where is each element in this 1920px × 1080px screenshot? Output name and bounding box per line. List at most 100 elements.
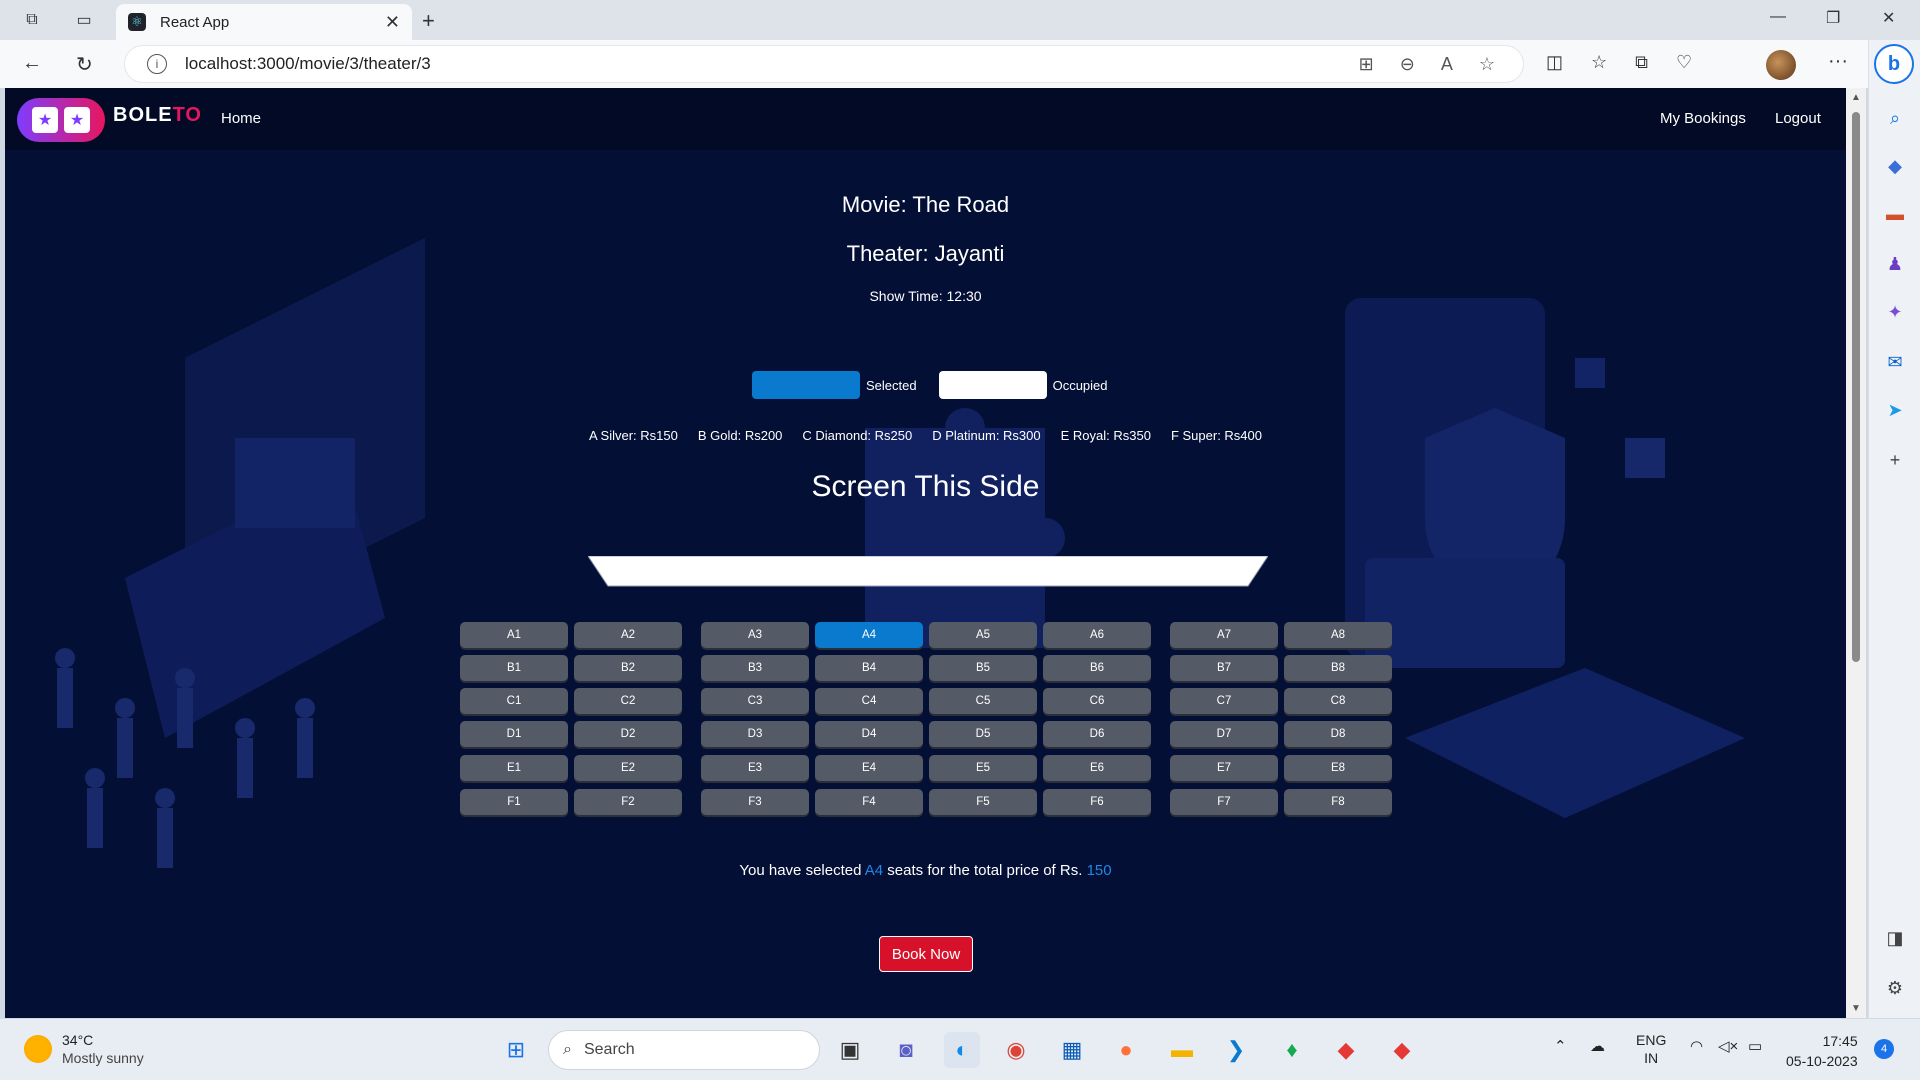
tab-actions-icon[interactable]: ▭ [72,8,96,32]
nav-logout-link[interactable]: Logout [1775,110,1821,127]
nav-home-link[interactable]: Home [221,110,261,127]
site-info-icon[interactable]: i [147,54,167,74]
seat-b8[interactable]: B8 [1284,655,1392,681]
seat-b2[interactable]: B2 [574,655,682,681]
seat-e4[interactable]: E4 [815,755,923,781]
wifi-icon[interactable]: ◠ [1690,1037,1703,1055]
scroll-up-icon[interactable]: ▲ [1851,92,1861,103]
seat-b1[interactable]: B1 [460,655,568,681]
collections-icon[interactable]: ⧉ [1635,52,1648,73]
favorites-icon[interactable]: ☆ [1591,52,1607,73]
taskbar-search[interactable]: ⌕ Search [548,1030,820,1070]
seat-d1[interactable]: D1 [460,721,568,747]
onedrive-icon[interactable]: ☁ [1590,1037,1605,1055]
seat-f5[interactable]: F5 [929,789,1037,815]
seat-a6[interactable]: A6 [1043,622,1151,648]
split-screen-icon[interactable]: ◫ [1546,52,1563,73]
mongodb-icon[interactable]: ♦ [1274,1032,1310,1068]
copilot-apps-icon[interactable]: ✦ [1881,298,1909,326]
seat-d6[interactable]: D6 [1043,721,1151,747]
language-indicator[interactable]: ENG IN [1636,1031,1666,1067]
hide-sidebar-icon[interactable]: ◨ [1881,924,1909,952]
volume-muted-icon[interactable]: ◁× [1718,1037,1738,1055]
drop-icon[interactable]: ➤ [1881,396,1909,424]
seat-a2[interactable]: A2 [574,622,682,648]
seat-a8[interactable]: A8 [1284,622,1392,648]
notification-badge[interactable]: 4 [1874,1039,1894,1059]
seat-a7[interactable]: A7 [1170,622,1278,648]
seat-e1[interactable]: E1 [460,755,568,781]
search-icon[interactable]: ⌕ [1881,104,1909,132]
tools-icon[interactable]: ▬ [1881,200,1909,228]
new-tab-icon[interactable]: + [422,8,435,34]
seat-c7[interactable]: C7 [1170,688,1278,714]
workspaces-icon[interactable]: ⧉ [20,8,44,32]
seat-e2[interactable]: E2 [574,755,682,781]
seat-c2[interactable]: C2 [574,688,682,714]
seat-f1[interactable]: F1 [460,789,568,815]
task-view-icon[interactable]: ▣ [832,1032,868,1068]
book-now-button[interactable]: Book Now [879,936,973,972]
seat-c3[interactable]: C3 [701,688,809,714]
games-icon[interactable]: ♟ [1881,250,1909,278]
brand-name[interactable]: BOLETO [113,104,202,127]
outlook-icon[interactable]: ✉ [1881,348,1909,376]
seat-c1[interactable]: C1 [460,688,568,714]
seat-a1[interactable]: A1 [460,622,568,648]
browser-tab[interactable]: ⚛ React App ✕ [116,4,412,40]
file-explorer-icon[interactable]: ▬ [1164,1032,1200,1068]
more-options-icon[interactable]: ··· [1828,50,1848,73]
seat-a3[interactable]: A3 [701,622,809,648]
seat-c5[interactable]: C5 [929,688,1037,714]
favorite-star-icon[interactable]: ☆ [1479,54,1495,75]
seat-b7[interactable]: B7 [1170,655,1278,681]
shopping-tag-icon[interactable]: ◆ [1881,152,1909,180]
seat-d2[interactable]: D2 [574,721,682,747]
scroll-down-icon[interactable]: ▼ [1851,1003,1861,1014]
seat-e8[interactable]: E8 [1284,755,1392,781]
seat-f6[interactable]: F6 [1043,789,1151,815]
firefox-icon[interactable]: ● [1108,1032,1144,1068]
app-available-icon[interactable]: ⊞ [1359,54,1374,75]
seat-c6[interactable]: C6 [1043,688,1151,714]
seat-c4[interactable]: C4 [815,688,923,714]
seat-f7[interactable]: F7 [1170,789,1278,815]
weather-widget[interactable]: 34°C Mostly sunny [24,1031,144,1067]
address-bar[interactable]: i localhost:3000/movie/3/theater/3 ⊞ ⊖ A… [124,45,1524,83]
restore-icon[interactable]: ❐ [1826,8,1840,28]
zoom-icon[interactable]: ⊖ [1400,54,1415,75]
start-icon[interactable]: ⊞ [498,1032,534,1068]
close-tab-icon[interactable]: ✕ [385,12,400,33]
store-icon[interactable]: ▦ [1054,1032,1090,1068]
scrollbar-thumb[interactable] [1852,112,1860,662]
seat-e3[interactable]: E3 [701,755,809,781]
add-sidebar-app-icon[interactable]: + [1881,446,1909,474]
seat-b4[interactable]: B4 [815,655,923,681]
git-app-2-icon[interactable]: ◆ [1384,1032,1420,1068]
seat-b3[interactable]: B3 [701,655,809,681]
nav-my-bookings-link[interactable]: My Bookings [1660,110,1746,127]
refresh-icon[interactable]: ↻ [76,52,93,77]
seat-b6[interactable]: B6 [1043,655,1151,681]
window-close-icon[interactable]: ✕ [1882,8,1895,28]
boleto-logo[interactable]: ★ ★ [17,98,105,142]
tray-overflow-icon[interactable]: ⌃ [1554,1037,1567,1055]
teams-icon[interactable]: ◙ [888,1032,924,1068]
profile-avatar[interactable] [1766,50,1796,80]
chrome-icon[interactable]: ◉ [998,1032,1034,1068]
battery-icon[interactable]: ▭ [1748,1037,1762,1055]
seat-a5[interactable]: A5 [929,622,1037,648]
seat-d8[interactable]: D8 [1284,721,1392,747]
seat-d7[interactable]: D7 [1170,721,1278,747]
browser-essentials-icon[interactable]: ♡ [1676,52,1692,73]
page-scrollbar[interactable]: ▲ ▼ [1846,88,1866,1018]
git-app-icon[interactable]: ◆ [1328,1032,1364,1068]
system-clock[interactable]: 17:45 05-10-2023 [1786,1031,1858,1071]
seat-d5[interactable]: D5 [929,721,1037,747]
seat-f3[interactable]: F3 [701,789,809,815]
seat-a4[interactable]: A4 [815,622,923,648]
seat-e6[interactable]: E6 [1043,755,1151,781]
seat-b5[interactable]: B5 [929,655,1037,681]
back-icon[interactable]: ← [22,52,42,75]
seat-f8[interactable]: F8 [1284,789,1392,815]
